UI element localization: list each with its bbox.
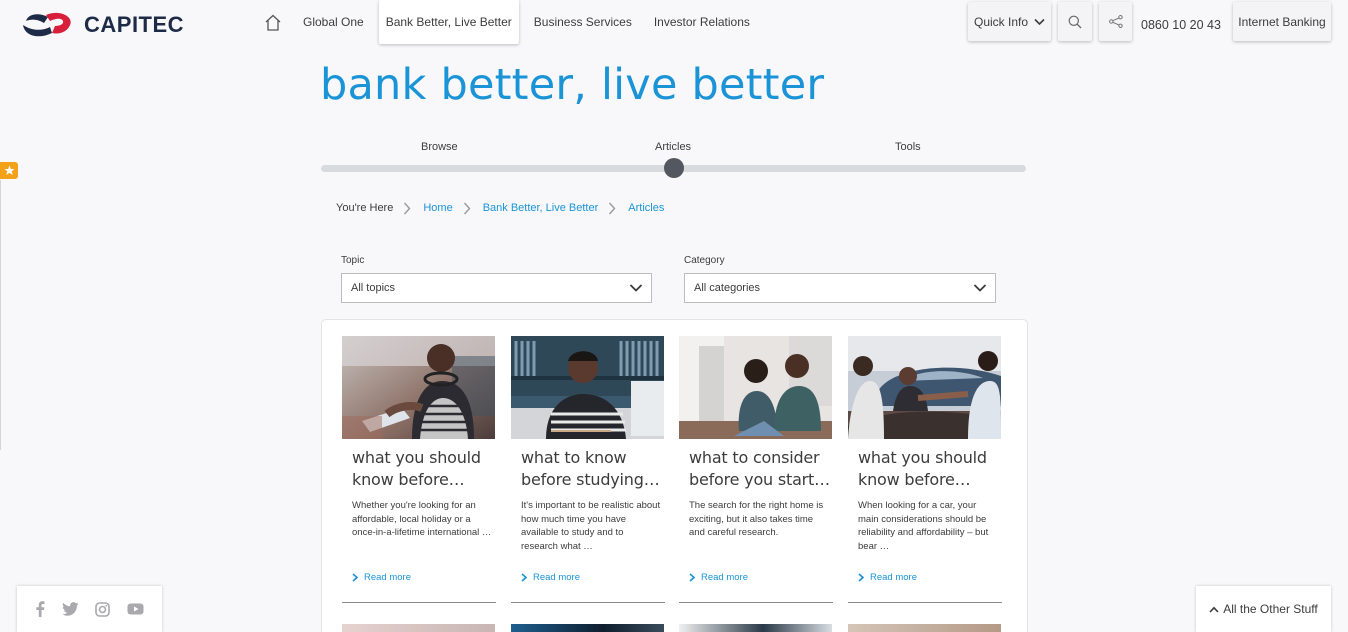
article-image-next[interactable]	[679, 624, 832, 632]
article-title[interactable]: what to know before studying…	[521, 447, 665, 491]
facebook-icon[interactable]	[35, 601, 45, 617]
breadcrumb: You're Here Home Bank Better, Live Bette…	[336, 201, 664, 215]
breadcrumb-prefix: You're Here	[336, 202, 394, 214]
page-title: bank better, live better	[320, 60, 825, 110]
article-title[interactable]: what you should know before…	[352, 447, 496, 491]
breadcrumb-bank-better[interactable]: Bank Better, Live Better	[483, 202, 599, 214]
read-more-label: Read more	[701, 572, 748, 583]
article-image-travel[interactable]	[342, 336, 495, 439]
topic-select[interactable]: All topics	[341, 273, 652, 303]
read-more-link[interactable]: Read more	[521, 572, 580, 583]
section-slider-thumb[interactable]	[664, 158, 684, 178]
article-card[interactable]: what you should know before… When lookin…	[848, 336, 1002, 603]
article-excerpt: The search for the right home is excitin…	[689, 500, 824, 538]
article-image-next[interactable]	[848, 624, 1001, 632]
article-image-home[interactable]	[679, 336, 832, 439]
breadcrumb-home[interactable]: Home	[423, 202, 452, 214]
nav-global-one[interactable]: Global One	[296, 0, 371, 44]
breadcrumb-articles[interactable]: Articles	[628, 202, 664, 214]
slider-label-articles[interactable]: Articles	[655, 141, 691, 153]
article-image-next[interactable]	[342, 624, 495, 632]
read-more-link[interactable]: Read more	[352, 572, 411, 583]
article-card[interactable]: what to consider before you start… The s…	[679, 336, 833, 603]
twitter-icon[interactable]	[61, 602, 79, 616]
card-divider	[511, 602, 665, 603]
home-icon[interactable]	[258, 0, 288, 44]
article-title[interactable]: what to consider before you start…	[689, 447, 833, 491]
article-image-studying[interactable]	[511, 336, 664, 439]
youtube-icon[interactable]	[127, 603, 144, 615]
chevron-up-icon	[1209, 606, 1219, 613]
slider-label-tools[interactable]: Tools	[895, 141, 921, 153]
phone-number[interactable]: 0860 10 20 43	[1141, 18, 1221, 32]
chevron-right-icon	[689, 573, 695, 582]
side-divider	[0, 180, 1, 450]
chevron-right-icon	[858, 573, 864, 582]
article-excerpt: Whether you're looking for an affordable…	[352, 500, 492, 538]
quick-info-label: Quick Info	[973, 14, 1029, 29]
read-more-label: Read more	[870, 572, 917, 583]
main-nav: Global One Bank Better, Live Better Busi…	[258, 0, 761, 44]
topic-select-value: All topics	[351, 282, 396, 294]
chevron-down-icon	[1034, 18, 1045, 25]
internet-banking-button[interactable]: Internet Banking	[1233, 2, 1331, 41]
card-divider	[679, 602, 833, 603]
chevron-right-icon	[521, 573, 527, 582]
read-more-label: Read more	[533, 572, 580, 583]
capitec-logo-icon	[23, 12, 71, 37]
chevron-down-icon	[629, 284, 643, 292]
quick-info-button[interactable]: Quick Info	[968, 2, 1051, 41]
read-more-label: Read more	[364, 572, 411, 583]
article-card[interactable]: what you should know before… Whether you…	[342, 336, 496, 603]
slider-label-browse[interactable]: Browse	[421, 141, 458, 153]
chevron-right-icon	[403, 201, 413, 215]
search-icon	[1068, 15, 1082, 28]
read-more-link[interactable]: Read more	[689, 572, 748, 583]
read-more-link[interactable]: Read more	[858, 572, 917, 583]
search-button[interactable]	[1058, 2, 1092, 41]
other-stuff-button[interactable]: All the Other Stuff	[1196, 586, 1331, 632]
chevron-down-icon	[973, 284, 987, 292]
chevron-right-icon	[463, 201, 473, 215]
social-links	[17, 586, 162, 632]
logo-text: CAPITEC	[84, 12, 185, 37]
article-image-car[interactable]	[848, 336, 1001, 439]
nav-business-services[interactable]: Business Services	[527, 0, 639, 44]
instagram-icon[interactable]	[95, 601, 111, 617]
article-excerpt: It's important to be realistic about how…	[521, 500, 661, 552]
card-divider	[342, 602, 496, 603]
site-header: CAPITEC Global One Bank Better, Live Bet…	[0, 0, 1348, 50]
topic-label: Topic	[341, 255, 365, 266]
article-excerpt: When looking for a car, your main consid…	[858, 500, 989, 552]
category-select[interactable]: All categories	[684, 273, 996, 303]
article-image-next[interactable]	[511, 624, 664, 632]
other-stuff-label: All the Other Stuff	[1223, 602, 1318, 616]
category-select-value: All categories	[694, 282, 761, 294]
card-divider	[848, 602, 1002, 603]
category-label: Category	[684, 255, 725, 266]
chevron-right-icon	[352, 573, 358, 582]
star-icon[interactable]	[0, 162, 18, 179]
capitec-logo[interactable]: CAPITEC	[22, 11, 184, 39]
share-button[interactable]	[1099, 2, 1132, 41]
article-card[interactable]: what to know before studying… It's impor…	[511, 336, 665, 603]
nav-bank-better[interactable]: Bank Better, Live Better	[378, 0, 519, 44]
chevron-right-icon	[608, 201, 618, 215]
article-title[interactable]: what you should know before…	[858, 447, 1002, 491]
share-icon	[1108, 15, 1123, 28]
nav-investor-relations[interactable]: Investor Relations	[647, 0, 757, 44]
